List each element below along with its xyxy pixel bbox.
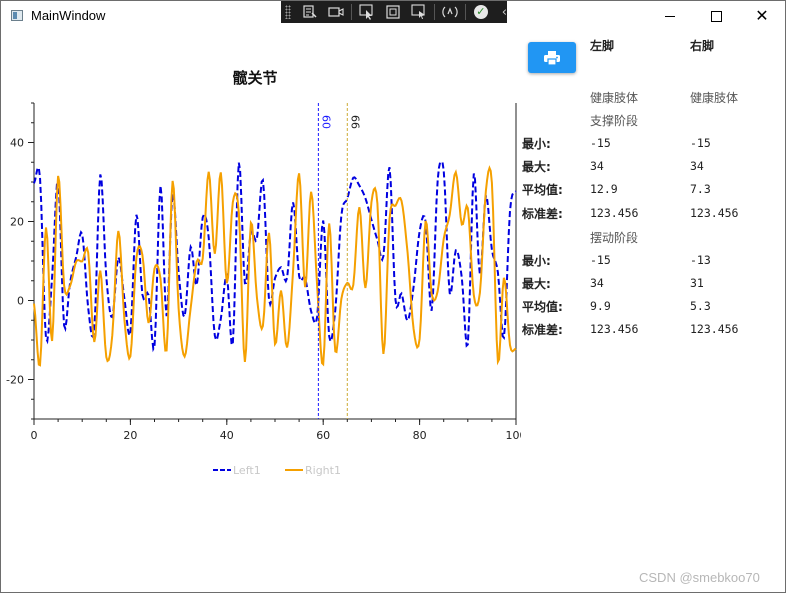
swing-right-avg: 5.3 [690, 299, 711, 313]
stance-left-min: -15 [590, 136, 611, 150]
swing-avg-label: 平均值: [522, 300, 563, 314]
chart-title: 髋关节 [232, 69, 277, 87]
swing-left-std: 123.456 [590, 322, 639, 336]
track-focused-element-icon[interactable] [411, 4, 427, 20]
stance-max-label: 最大: [522, 160, 551, 174]
x-tick-label: 60 [316, 429, 330, 442]
minimize-button[interactable] [647, 1, 693, 31]
swing-min-label: 最小: [522, 254, 551, 268]
stance-right-min: -15 [690, 136, 711, 150]
marker-label-60: 60 [319, 115, 332, 129]
chart-panel: 髋关节 -20 0 20 40 0 20 40 60 80 100 60 66 Left1 Right1 [1, 56, 526, 496]
record-camera-icon[interactable] [328, 4, 344, 20]
watermark: CSDN @smebkoo70 [639, 570, 760, 585]
hip-joint-chart: 髋关节 -20 0 20 40 0 20 40 60 80 100 60 66 Left1 Right1 [6, 69, 526, 477]
hot-reload-icon[interactable] [442, 4, 458, 20]
display-layout-adorners-icon[interactable] [385, 4, 401, 20]
left-limb-status: 健康肢体 [590, 91, 639, 105]
minimize-icon [665, 15, 675, 17]
y-tick-label: 40 [10, 137, 24, 150]
x-tick-label: 80 [413, 429, 427, 442]
main-window: MainWindow ✕ ✓ ‹ 髋关节 -20 0 20 40 0 20 40… [0, 0, 786, 593]
maximize-icon [710, 10, 722, 22]
stance-min-label: 最小: [522, 137, 551, 151]
x-tick-label: 100 [506, 429, 522, 442]
left-foot-header: 左脚 [590, 39, 615, 53]
drag-grip-icon[interactable] [285, 5, 291, 19]
stance-right-std: 123.456 [690, 206, 739, 220]
y-tick-label: 20 [10, 216, 24, 229]
close-button[interactable]: ✕ [739, 1, 785, 31]
stance-right-avg: 7.3 [690, 182, 711, 196]
stance-left-std: 123.456 [590, 206, 639, 220]
stance-left-max: 34 [590, 159, 604, 173]
app-icon [11, 10, 23, 21]
stance-phase-title: 支撑阶段 [590, 114, 639, 128]
select-element-icon[interactable] [359, 4, 375, 20]
x-tick-label: 40 [220, 429, 234, 442]
collapse-chevron-icon[interactable]: ‹ [502, 5, 507, 20]
printer-icon [544, 50, 560, 65]
y-tick-label: -20 [6, 374, 24, 387]
right-foot-header: 右脚 [690, 39, 715, 53]
debug-toolbar: ✓ ‹ [281, 1, 507, 23]
legend-label-right1: Right1 [305, 464, 341, 477]
binding-check-icon[interactable]: ✓ [473, 4, 489, 20]
window-title: MainWindow [31, 8, 106, 23]
swing-left-min: -15 [590, 253, 611, 267]
y-tick-label: 0 [17, 295, 24, 308]
legend-label-left1: Left1 [233, 464, 261, 477]
stance-std-label: 标准差: [522, 207, 563, 221]
stance-left-avg: 12.9 [590, 182, 618, 196]
swing-max-label: 最大: [522, 277, 551, 291]
marker-label-66: 66 [348, 115, 361, 129]
live-visual-tree-icon[interactable] [302, 4, 318, 20]
stance-right-max: 34 [690, 159, 704, 173]
x-tick-label: 20 [123, 429, 137, 442]
x-tick-label: 0 [31, 429, 38, 442]
stance-avg-label: 平均值: [522, 183, 563, 197]
close-icon: ✕ [755, 6, 769, 25]
swing-right-max: 31 [690, 276, 704, 290]
swing-right-std: 123.456 [690, 322, 739, 336]
swing-right-min: -13 [690, 253, 711, 267]
print-button[interactable] [528, 42, 576, 73]
maximize-button[interactable] [693, 1, 739, 31]
swing-left-max: 34 [590, 276, 604, 290]
series-line-left1 [33, 161, 517, 353]
swing-left-avg: 9.9 [590, 299, 611, 313]
swing-phase-title: 摆动阶段 [590, 231, 639, 245]
right-limb-status: 健康肢体 [690, 91, 739, 105]
swing-std-label: 标准差: [522, 323, 563, 337]
